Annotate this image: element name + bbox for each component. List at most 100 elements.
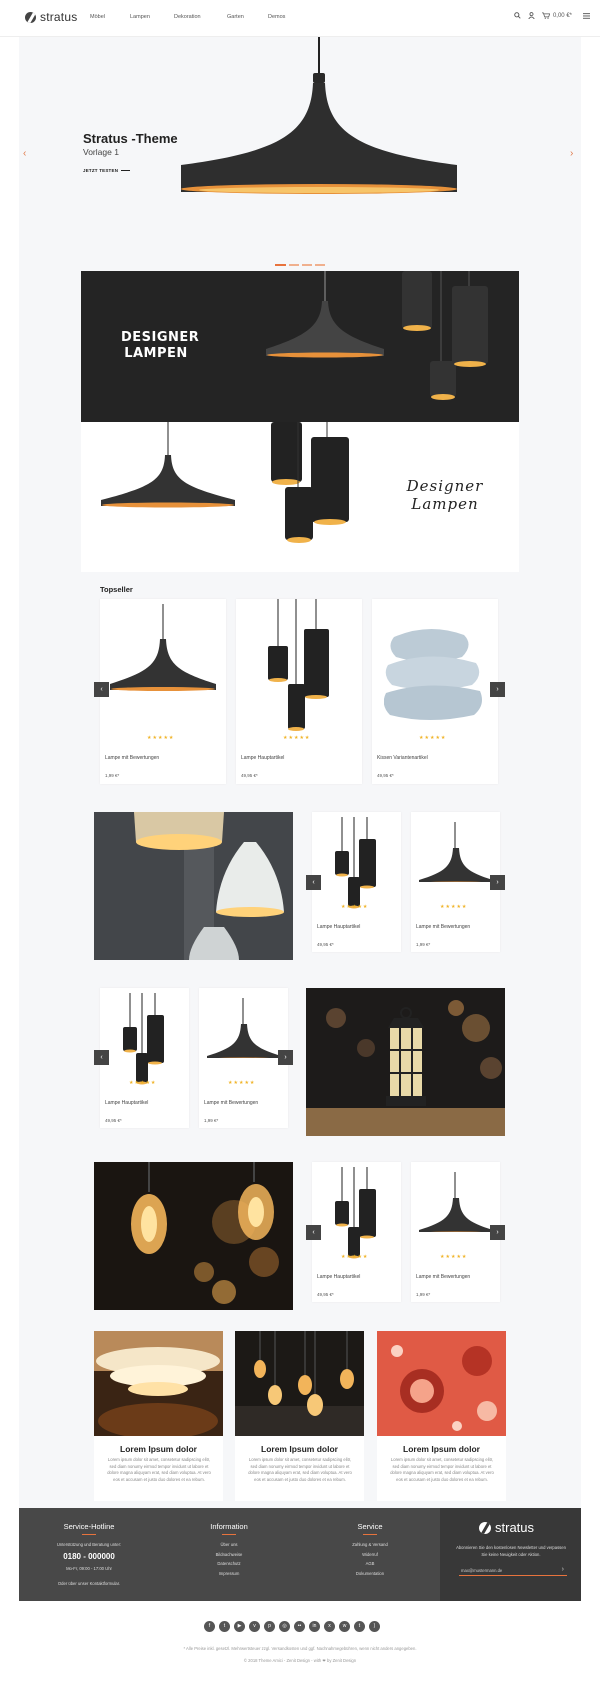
product-name[interactable]: Lampe Hauptartikel — [317, 924, 360, 930]
product-price: 49,95 €* — [241, 773, 258, 778]
blog-card[interactable]: Lorem Ipsum dolor Lorem ipsum dolor sit … — [377, 1331, 506, 1501]
rating-stars: ★★★★★ — [147, 735, 175, 741]
account-icon[interactable] — [528, 12, 535, 19]
service-title: Service — [357, 1522, 383, 1531]
product-name[interactable]: Lampe Hauptartikel — [317, 1274, 360, 1280]
carousel-next-button[interactable]: › — [490, 875, 505, 890]
footer-link[interactable]: Datenschutz — [179, 1559, 279, 1569]
product-card[interactable]: ★★★★★ Lampe mit Bewertungen 1,99 €* — [411, 812, 500, 952]
blog-title[interactable]: Lorem Ipsum dolor — [235, 1444, 364, 1454]
contact-form-link[interactable]: Oder über unser Kontaktformular. — [39, 1579, 139, 1589]
product-card[interactable]: ★★★★★ Lampe mit Bewertungen 1,99 €* — [199, 988, 288, 1128]
social-icons: f t ▶ v p ◎ •• in x w t ) — [204, 1621, 380, 1632]
carousel-prev-button[interactable]: ‹ — [94, 1050, 109, 1065]
product-name[interactable]: Kissen Variantenartikel — [377, 755, 428, 761]
blog-card[interactable]: Lorem Ipsum dolor Lorem ipsum dolor sit … — [94, 1331, 223, 1501]
slider-next-icon[interactable]: › — [570, 148, 573, 159]
product-price: 49,95 €* — [317, 1292, 334, 1297]
slider-dot[interactable] — [275, 264, 286, 266]
slider-dot[interactable] — [315, 264, 325, 266]
newsletter-submit-icon[interactable]: › — [562, 1566, 564, 1573]
search-icon[interactable] — [514, 12, 521, 19]
product-card[interactable]: ★★★★★ Lampe mit Bewertungen 1,99 €* — [411, 1162, 500, 1302]
carousel-next-button[interactable]: › — [278, 1050, 293, 1065]
slider-dot[interactable] — [289, 264, 299, 266]
nav-item-lampen[interactable]: Lampen — [130, 14, 150, 20]
slider-cta-link[interactable]: JETZT TESTEN — [83, 168, 130, 173]
product-name[interactable]: Lampe Hauptartikel — [241, 755, 284, 761]
logo[interactable]: stratus — [25, 10, 77, 24]
nav-item-moebel[interactable]: Möbel — [90, 14, 105, 20]
instagram-icon[interactable]: ◎ — [279, 1621, 290, 1632]
product-card[interactable]: ★★★★★ Kissen Variantenartikel 49,95 €* — [372, 599, 498, 784]
cart-button[interactable]: 0,00 €* — [541, 12, 572, 19]
bulbs-photo — [94, 1162, 293, 1310]
footer-link[interactable]: Zahlung & Versand — [320, 1540, 420, 1550]
blog-title[interactable]: Lorem Ipsum dolor — [377, 1444, 506, 1454]
product-name[interactable]: Lampe mit Bewertungen — [416, 924, 470, 930]
footer-link[interactable]: Bildnachweise — [179, 1550, 279, 1560]
blog-excerpt: Lorem ipsum dolor sit amet, consetetur s… — [107, 1457, 211, 1482]
carousel-prev-button[interactable]: ‹ — [306, 1225, 321, 1240]
product-price: 1,99 €* — [105, 773, 120, 778]
logo-text: stratus — [40, 10, 78, 24]
menu-icon[interactable] — [583, 12, 590, 19]
product-name[interactable]: Lampe mit Bewertungen — [416, 1274, 470, 1280]
cart-icon — [541, 12, 550, 19]
product-price: 1,99 €* — [416, 1292, 431, 1297]
rating-stars: ★★★★★ — [228, 1080, 256, 1086]
footer-link[interactable]: Widerruf — [320, 1550, 420, 1560]
carousel-next-button[interactable]: › — [490, 682, 505, 697]
product-price: 49,95 €* — [317, 942, 334, 947]
product-card[interactable]: ★★★★★ Lampe mit Bewertungen 1,99 €* — [100, 599, 226, 784]
rss-icon[interactable]: ) — [369, 1621, 380, 1632]
lantern-photo — [306, 988, 505, 1136]
nav-item-demos[interactable]: Demos — [268, 14, 285, 20]
product-price: 1,99 €* — [416, 942, 431, 947]
product-card[interactable]: ★★★★★ Lampe Hauptartikel 49,95 €* — [236, 599, 362, 784]
nav-item-dekoration[interactable]: Dekoration — [174, 14, 201, 20]
slider-prev-icon[interactable]: ‹ — [23, 148, 26, 159]
rating-stars: ★★★★★ — [129, 1080, 157, 1086]
xing-icon[interactable]: x — [324, 1621, 335, 1632]
facebook-icon[interactable]: f — [204, 1621, 215, 1632]
rating-stars: ★★★★★ — [341, 904, 369, 910]
hotline-phone[interactable]: 0180 - 000000 — [39, 1550, 139, 1564]
flickr-icon[interactable]: •• — [294, 1621, 305, 1632]
newsletter-placeholder: max@mustermann.de — [461, 1568, 503, 1573]
footer-link[interactable]: Über uns — [179, 1540, 279, 1550]
blog-title[interactable]: Lorem Ipsum dolor — [94, 1444, 223, 1454]
carousel-prev-button[interactable]: ‹ — [94, 682, 109, 697]
product-name[interactable]: Lampe mit Bewertungen — [105, 755, 159, 761]
blog-card[interactable]: Lorem Ipsum dolor Lorem ipsum dolor sit … — [235, 1331, 364, 1501]
hero-slider — [19, 37, 581, 255]
blog-excerpt: Lorem ipsum dolor sit amet, consetetur s… — [390, 1457, 494, 1482]
carousel-next-button[interactable]: › — [490, 1225, 505, 1240]
tumblr-icon[interactable]: t — [354, 1621, 365, 1632]
footer-link[interactable]: Impressum — [179, 1569, 279, 1579]
linkedin-icon[interactable]: in — [309, 1621, 320, 1632]
footer-link[interactable]: AGB — [320, 1559, 420, 1569]
nav-item-garten[interactable]: Garten — [227, 14, 244, 20]
pinterest-icon[interactable]: p — [264, 1621, 275, 1632]
logo-mark-icon — [25, 11, 36, 23]
hero-lamp-image — [181, 37, 457, 194]
slider-dot[interactable] — [302, 264, 312, 266]
product-card[interactable]: ★★★★★ Lampe Hauptartikel 49,95 €* — [100, 988, 189, 1128]
site-header: stratus Möbel Lampen Dekoration Garten D… — [0, 0, 600, 37]
logo-mark-icon — [479, 1521, 491, 1534]
product-card[interactable]: ★★★★★ Lampe Hauptartikel 49,95 €* — [312, 812, 401, 952]
product-card[interactable]: ★★★★★ Lampe Hauptartikel 49,95 €* — [312, 1162, 401, 1302]
carousel-prev-button[interactable]: ‹ — [306, 875, 321, 890]
footer-logo[interactable]: stratus — [479, 1520, 534, 1535]
product-price: 49,95 €* — [105, 1118, 122, 1123]
newsletter-input[interactable]: max@mustermann.de › — [459, 1566, 567, 1576]
footer-link[interactable]: Dokumentation — [320, 1569, 420, 1579]
hotline-title: Service-Hotline — [63, 1522, 115, 1531]
whatsapp-icon[interactable]: w — [339, 1621, 350, 1632]
youtube-icon[interactable]: ▶ — [234, 1621, 245, 1632]
vimeo-icon[interactable]: v — [249, 1621, 260, 1632]
product-name[interactable]: Lampe mit Bewertungen — [204, 1100, 258, 1106]
product-name[interactable]: Lampe Hauptartikel — [105, 1100, 148, 1106]
twitter-icon[interactable]: t — [219, 1621, 230, 1632]
